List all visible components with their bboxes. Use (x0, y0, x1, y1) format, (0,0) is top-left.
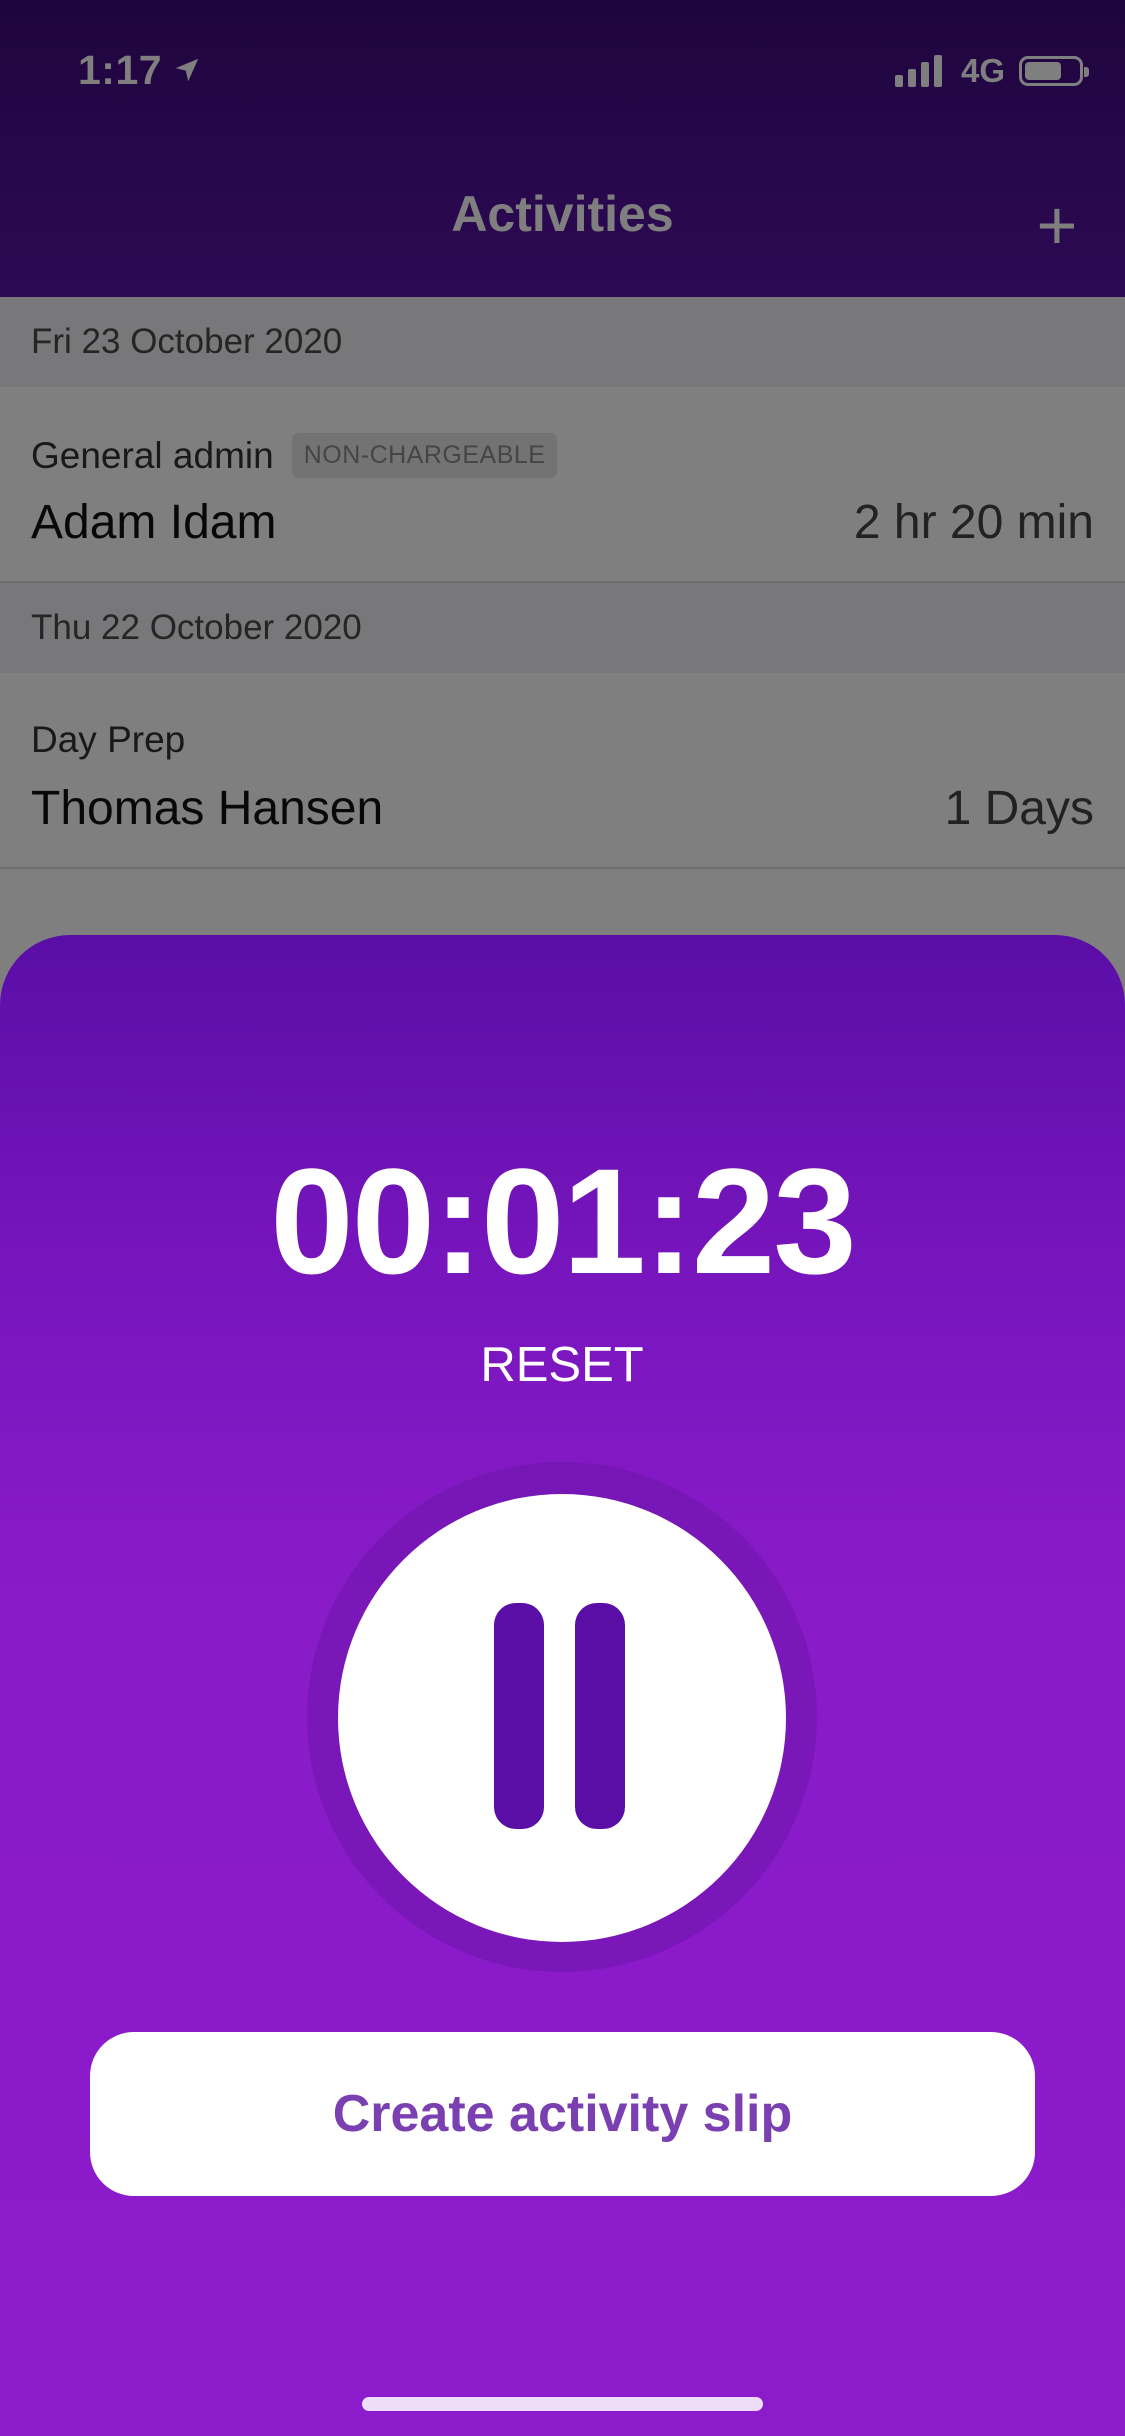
pause-icon-bar (575, 1603, 625, 1829)
reset-button[interactable]: RESET (412, 1325, 712, 1405)
screen: 1:17 4G Activities + Fri 23 October 2020… (0, 0, 1125, 2436)
timer-sheet: 00:01:23 RESET Create activity slip (0, 935, 1125, 2436)
pause-button[interactable] (338, 1494, 786, 1942)
timer-display: 00:01:23 (270, 1137, 856, 1305)
create-activity-slip-button[interactable]: Create activity slip (90, 2032, 1035, 2196)
pause-icon (494, 1603, 544, 1829)
home-indicator (362, 2397, 763, 2411)
